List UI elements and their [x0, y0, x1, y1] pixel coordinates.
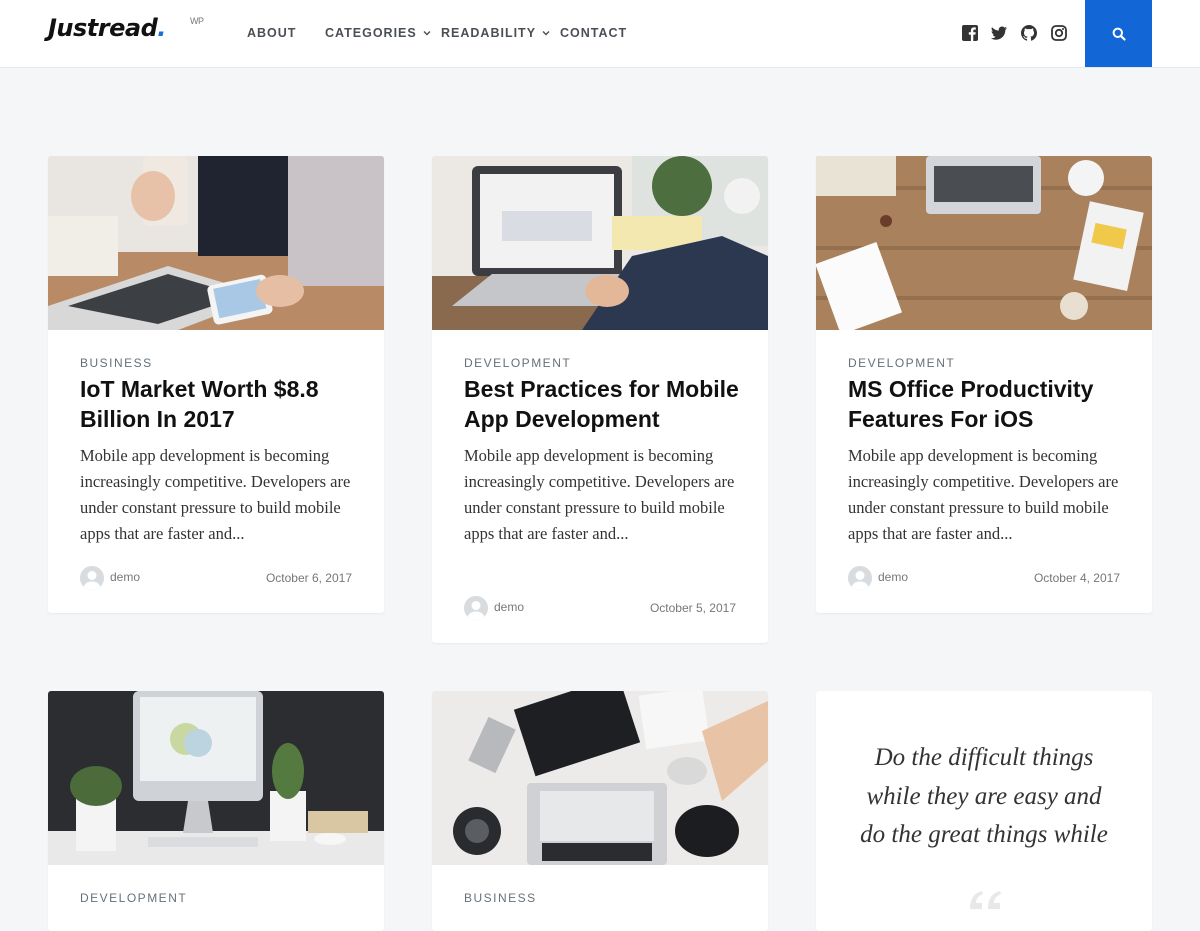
post-thumbnail[interactable] — [432, 691, 768, 865]
instagram-icon[interactable] — [1050, 24, 1068, 42]
twitter-icon[interactable] — [990, 24, 1008, 42]
post-category[interactable]: DEVELOPMENT — [848, 356, 1128, 371]
post-category[interactable]: BUSINESS — [464, 891, 744, 906]
post-thumbnail[interactable] — [432, 156, 768, 330]
post-category[interactable]: DEVELOPMENT — [80, 891, 360, 906]
post-meta: demo October 6, 2017 — [80, 566, 352, 590]
avatar[interactable] — [848, 566, 872, 590]
post-thumbnail[interactable] — [48, 156, 384, 330]
post-card[interactable]: BUSINESS IoT Market Worth $8.8 Billion I… — [48, 156, 384, 613]
facebook-icon[interactable] — [961, 24, 979, 42]
post-category[interactable]: DEVELOPMENT — [464, 356, 744, 371]
nav-item-label: ABOUT — [247, 26, 297, 40]
avatar[interactable] — [464, 596, 488, 620]
logo-badge: WP — [190, 16, 204, 26]
nav-item-label: READABILITY — [441, 26, 537, 40]
post-excerpt: Mobile app development is becoming incre… — [80, 446, 351, 543]
nav-item-label: CONTACT — [560, 26, 628, 40]
post-date: October 4, 2017 — [1033, 571, 1120, 585]
post-author[interactable]: demo — [494, 600, 524, 614]
post-date: October 5, 2017 — [649, 601, 736, 615]
site-header: Justread. WP ABOUT CATEGORIES READABILIT… — [0, 0, 1200, 68]
github-icon[interactable] — [1020, 24, 1038, 42]
post-excerpt: Mobile app development is becoming incre… — [464, 446, 735, 543]
post-title[interactable]: Best Practices for Mobile App Developmen… — [464, 374, 744, 434]
post-author[interactable]: demo — [110, 570, 140, 584]
nav-item-categories[interactable]: CATEGORIES — [325, 26, 431, 40]
nav-item-label: CATEGORIES — [325, 26, 417, 40]
quote-card: Do the difficult things while they are e… — [816, 691, 1152, 931]
search-icon — [1112, 27, 1126, 41]
user-avatar-icon — [464, 596, 488, 620]
post-category[interactable]: BUSINESS — [80, 356, 360, 371]
post-card[interactable]: DEVELOPMENT MS Office Productivity Featu… — [816, 156, 1152, 613]
post-card[interactable]: BUSINESS — [432, 691, 768, 931]
logo-text: Justread — [48, 14, 158, 42]
post-card[interactable]: DEVELOPMENT — [48, 691, 384, 931]
user-avatar-icon — [848, 566, 872, 590]
post-card[interactable]: DEVELOPMENT Best Practices for Mobile Ap… — [432, 156, 768, 643]
logo-dot: . — [157, 14, 166, 42]
avatar[interactable] — [80, 566, 104, 590]
nav-item-readability[interactable]: READABILITY — [441, 26, 550, 40]
search-button[interactable] — [1085, 0, 1152, 67]
post-title[interactable]: IoT Market Worth $8.8 Billion In 2017 — [80, 374, 360, 434]
post-thumbnail[interactable] — [48, 691, 384, 865]
post-meta: demo October 5, 2017 — [464, 596, 736, 620]
quote-mark-icon — [970, 891, 1001, 909]
post-author[interactable]: demo — [878, 570, 908, 584]
user-avatar-icon — [80, 566, 104, 590]
chevron-down-icon — [542, 31, 550, 36]
post-thumbnail[interactable] — [816, 156, 1152, 330]
post-date: October 6, 2017 — [265, 571, 352, 585]
post-title[interactable]: MS Office Productivity Features For iOS — [848, 374, 1128, 434]
nav-item-contact[interactable]: CONTACT — [560, 26, 627, 40]
chevron-down-icon — [423, 31, 431, 36]
site-logo[interactable]: Justread. WP — [48, 14, 204, 42]
post-excerpt: Mobile app development is becoming incre… — [848, 446, 1119, 543]
post-meta: demo October 4, 2017 — [848, 566, 1120, 590]
quote-text: Do the difficult things while they are e… — [860, 744, 1108, 848]
nav-item-about[interactable]: ABOUT — [247, 26, 296, 40]
